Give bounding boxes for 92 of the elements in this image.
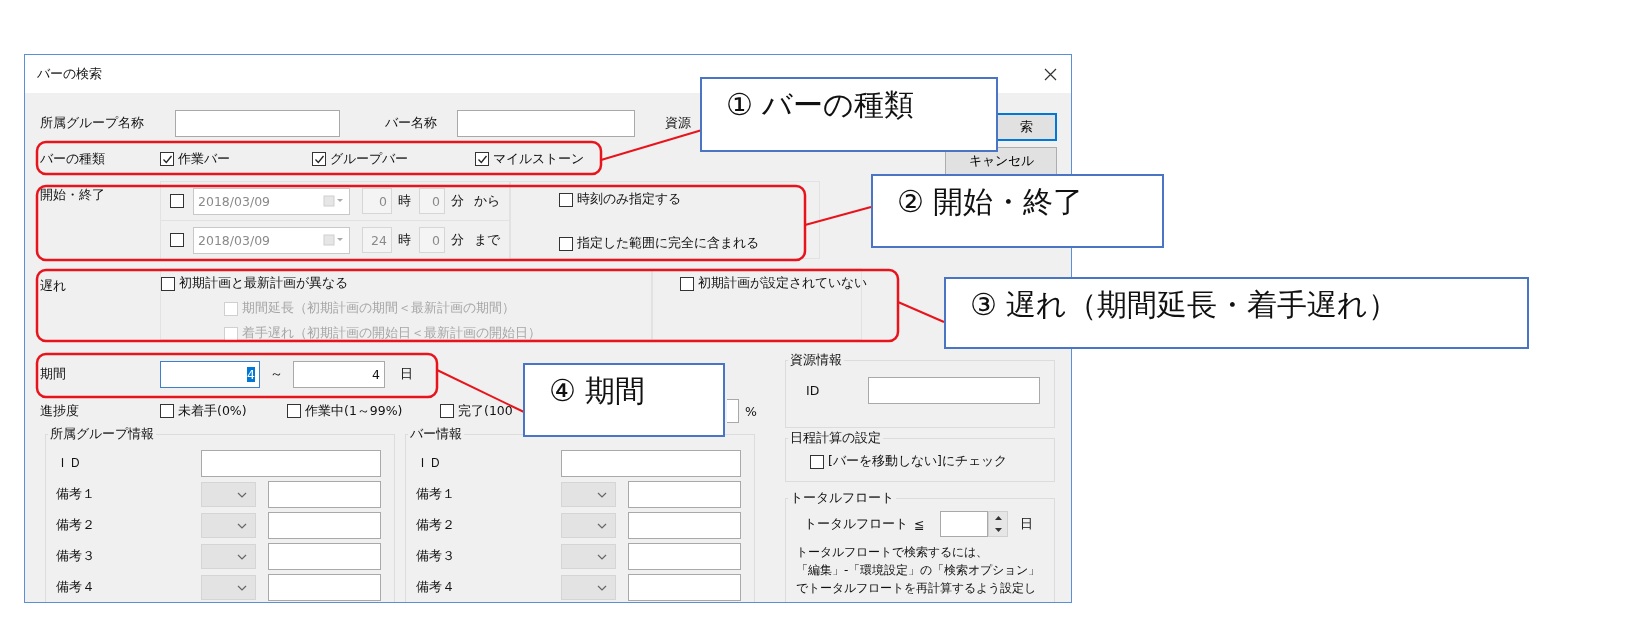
group-title: トータルフロート (788, 490, 896, 507)
field-label: バー名称 (385, 114, 438, 132)
text-field[interactable] (561, 450, 741, 477)
window-title: バーの検索 (37, 65, 102, 83)
leader-line (804, 206, 872, 226)
number-field[interactable]: 4 (293, 360, 385, 388)
text-field[interactable] (868, 377, 1040, 404)
chevron-down-icon (237, 553, 247, 560)
field-label: 備考１ (416, 486, 456, 503)
checkbox[interactable]: 完了(100 (440, 402, 513, 420)
text-field[interactable] (268, 574, 381, 601)
field-label: 備考４ (56, 579, 96, 596)
checkbox[interactable] (170, 233, 184, 247)
search-button[interactable]: 索 (998, 113, 1057, 141)
field-label: 資源 (665, 114, 691, 132)
up-arrow-icon (994, 516, 1002, 520)
group-title: 日程計算の設定 (788, 430, 883, 447)
field-label: 備考２ (416, 517, 456, 534)
check-icon (161, 153, 173, 165)
help-text: トータルフロートで検索するには、 「編集」-「環境設定」の「検索オプション」 でトータルフロートを再計算するよう設定し (796, 544, 1042, 597)
checkbox[interactable]: 時刻のみ指定する (559, 191, 819, 208)
chevron-down-icon (237, 522, 247, 529)
text-field[interactable] (628, 512, 741, 539)
unit-label: 分 (451, 231, 464, 249)
checkbox[interactable]: 未着手(0%) (160, 402, 247, 420)
unit-label: 日 (1020, 515, 1033, 533)
checkbox[interactable]: 作業中(1～99%) (287, 402, 403, 420)
field-label: ID (806, 383, 821, 398)
unit-label: 分 (451, 192, 464, 210)
number-field[interactable]: 4 (160, 360, 260, 388)
field-label: 備考３ (56, 548, 96, 565)
chevron-down-icon (597, 522, 607, 529)
operator-label: ≦ (914, 516, 926, 532)
checkbox[interactable]: 初期計画が設定されていない (680, 275, 867, 292)
unit-label: 時 (398, 231, 411, 249)
callout-text: ② 開始・終了 (897, 184, 1084, 219)
callout-text: ③ 遅れ（期間延長・着手遅れ） (970, 287, 1399, 322)
text-field[interactable] (727, 399, 739, 423)
field-label: 備考２ (56, 517, 96, 534)
text-field[interactable] (268, 543, 381, 570)
section-label: バーの種類 (39, 150, 106, 168)
section-label: 期間 (39, 365, 67, 383)
text-field[interactable] (175, 109, 340, 137)
checkbox[interactable]: グループバー (312, 150, 408, 168)
field-label: ＩＤ (416, 455, 443, 472)
number-field[interactable] (940, 511, 988, 537)
chevron-down-icon (597, 553, 607, 560)
group-title: バー情報 (408, 426, 464, 443)
field-label: 備考３ (416, 548, 456, 565)
chevron-down-icon (237, 584, 247, 591)
group-title: 資源情報 (788, 352, 844, 369)
range-separator: ～ (270, 365, 283, 383)
callout-text: ④ 期間 (549, 373, 646, 408)
field-label: 備考４ (416, 579, 456, 596)
chevron-down-icon (597, 491, 607, 498)
range-label: から (474, 192, 500, 210)
down-arrow-icon (994, 528, 1002, 532)
chevron-down-icon (237, 491, 247, 498)
text-field[interactable] (268, 512, 381, 539)
date-field[interactable]: 2018/03/09 (193, 187, 350, 215)
calendar-icon (323, 234, 345, 246)
text-field[interactable] (628, 574, 741, 601)
text-field[interactable] (457, 109, 635, 137)
check-icon (313, 153, 325, 165)
chevron-down-icon (597, 584, 607, 591)
cancel-button[interactable]: キャンセル (945, 147, 1057, 175)
field-label: 備考１ (56, 486, 96, 503)
checkbox[interactable]: 指定した範囲に完全に含まれる (559, 235, 819, 252)
check-icon (476, 153, 488, 165)
field-label: トータルフロート (804, 515, 909, 533)
unit-label: 日 (400, 365, 413, 383)
checkbox[interactable]: 初期計画と最新計画が異なる (161, 275, 348, 292)
field-label: ＩＤ (56, 455, 83, 472)
unit-label: 時 (398, 192, 411, 210)
callout-text: ① バーの種類 (726, 87, 915, 122)
section-label: 進捗度 (39, 402, 80, 420)
calendar-icon (323, 195, 345, 207)
checkbox[interactable] (170, 194, 184, 208)
leader-line (897, 301, 945, 323)
section-label: 遅れ (39, 277, 67, 295)
range-label: まで (474, 231, 500, 249)
unit-label: % (745, 403, 757, 419)
checkbox[interactable]: 作業バー (160, 150, 230, 168)
group-title: 所属グループ情報 (48, 426, 156, 443)
checkbox[interactable]: マイルストーン (475, 150, 584, 168)
text-field[interactable] (628, 481, 741, 508)
text-field[interactable] (628, 543, 741, 570)
field-label: 所属グループ名称 (39, 114, 145, 132)
section-label: 開始・終了 (39, 186, 106, 204)
text-field[interactable] (201, 450, 381, 477)
date-field[interactable]: 2018/03/09 (193, 226, 350, 254)
text-field[interactable] (268, 481, 381, 508)
